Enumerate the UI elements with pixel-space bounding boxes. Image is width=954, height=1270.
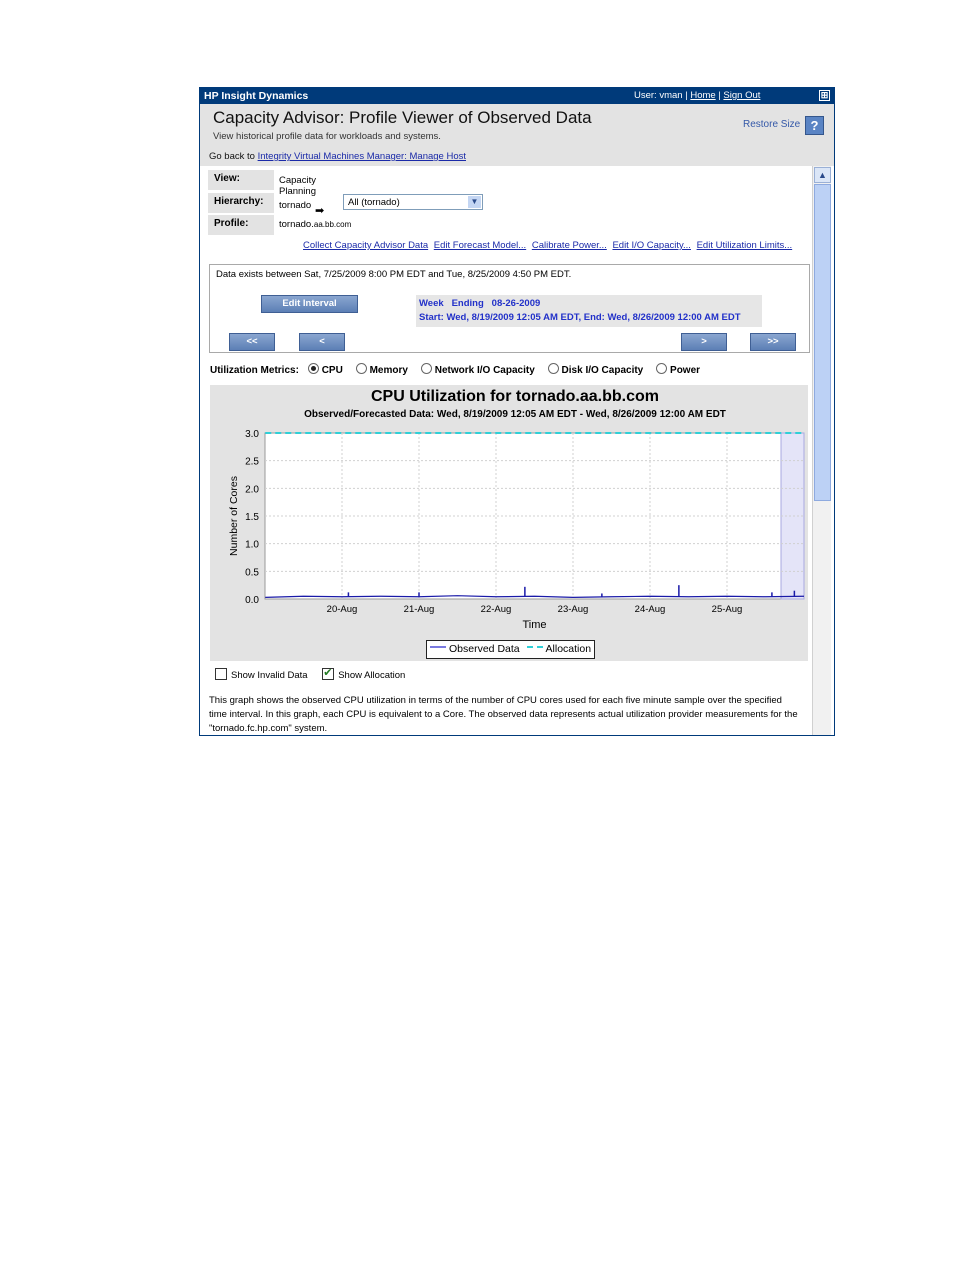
x-axis-label: Time (522, 619, 546, 631)
prev-page-button[interactable]: < (299, 333, 345, 351)
scroll-thumb[interactable] (814, 184, 831, 501)
edit-io-capacity-link[interactable]: Edit I/O Capacity... (612, 240, 691, 251)
profile-value: tornado.aa.bb.com (279, 219, 351, 230)
view-value: Capacity Planning (279, 175, 316, 197)
radio-cpu-label: CPU (321, 365, 343, 376)
user-bar: User: vman | Home | Sign Out (634, 90, 760, 101)
home-link[interactable]: Home (690, 90, 715, 101)
radio-disk[interactable]: Disk I/O Capacity (547, 363, 644, 376)
go-back-line: Go back to Integrity Virtual Machines Ma… (209, 151, 466, 162)
legend-allocation: Allocation (545, 643, 592, 655)
help-icon[interactable]: ? (805, 116, 824, 135)
maximize-icon[interactable]: ⊞ (819, 90, 830, 101)
next-page-button[interactable]: > (681, 333, 727, 351)
radio-power[interactable]: Power (656, 363, 701, 376)
radio-network-icon[interactable] (420, 363, 432, 374)
cpu-utilization-chart: CPU Utilization for tornado.aa.bb.com Ob… (210, 385, 808, 661)
forecast-region (780, 432, 805, 600)
x-tick-label: 25-Aug (712, 604, 743, 615)
x-tick-label: 20-Aug (327, 604, 358, 615)
show-allocation-box[interactable] (322, 666, 335, 680)
week-ending: Week Ending 08-26-2009 (419, 298, 541, 309)
y-tick-label: 2.5 (245, 457, 259, 468)
show-invalid-box[interactable] (215, 668, 227, 680)
x-tick-label: 24-Aug (635, 604, 666, 615)
legend-allocation-swatch (526, 646, 543, 648)
radio-power-label: Power (670, 365, 701, 376)
y-tick-label: 0.5 (245, 567, 259, 578)
user-label: User: vman (634, 90, 683, 101)
separator: | (685, 90, 688, 101)
x-tick-label: 21-Aug (404, 604, 435, 615)
y-tick-label: 0.0 (245, 595, 259, 606)
chart-description: This graph shows the observed CPU utiliz… (209, 695, 798, 734)
radio-memory-icon[interactable] (355, 363, 367, 374)
hierarchy-select-value: All (tornado) (348, 197, 400, 208)
capacity-advisor-window: HP Insight Dynamics User: vman | Home | … (199, 87, 835, 736)
utilization-metrics: Utilization Metrics: CPU Memory Network … (210, 363, 710, 376)
profile-host: tornado. (279, 219, 314, 230)
hierarchy-value: tornado (279, 200, 312, 211)
x-tick-label: 23-Aug (558, 604, 589, 615)
calibrate-power-link[interactable]: Calibrate Power... (532, 240, 607, 251)
radio-memory-label: Memory (369, 365, 408, 376)
go-back-link[interactable]: Integrity Virtual Machines Manager: Mana… (258, 151, 466, 162)
radio-cpu[interactable]: CPU (307, 363, 343, 376)
scroll-up-icon[interactable]: ▲ (814, 167, 831, 183)
radio-disk-icon[interactable] (547, 363, 559, 374)
vertical-scrollbar[interactable]: ▲ (812, 166, 831, 735)
show-allocation-label: Show Allocation (338, 670, 406, 681)
separator: | (718, 90, 721, 101)
signout-link[interactable]: Sign Out (723, 90, 760, 101)
right-arrow-icon: ➡ (315, 205, 325, 217)
week-info: Week Ending 08-26-2009 Start: Wed, 8/19/… (416, 295, 762, 327)
radio-memory[interactable]: Memory (355, 363, 408, 376)
radio-network[interactable]: Network I/O Capacity (420, 363, 535, 376)
first-page-button[interactable]: << (229, 333, 275, 351)
legend-observed-swatch (430, 646, 446, 648)
edit-forecast-link[interactable]: Edit Forecast Model... (434, 240, 526, 251)
radio-disk-label: Disk I/O Capacity (561, 365, 644, 376)
show-invalid-label: Show Invalid Data (231, 670, 308, 681)
go-back-prefix: Go back to (209, 151, 255, 162)
radio-power-icon[interactable] (656, 363, 668, 374)
chart-plot: 0.0 0.5 1.0 1.5 2.0 2.5 3.0 20-Aug 21-Aug 22-Aug 2… (228, 429, 805, 631)
page-subtitle: View historical profile data for workloa… (213, 131, 441, 142)
profile-domain: aa.bb.com (313, 220, 352, 229)
hierarchy-label: Hierarchy: (208, 193, 274, 213)
y-tick-label: 2.0 (245, 484, 259, 495)
legend-observed: Observed Data (449, 643, 520, 655)
y-tick-label: 1.5 (245, 512, 259, 523)
show-invalid-checkbox[interactable]: Show Invalid Data (215, 668, 308, 681)
profile-label: Profile: (208, 215, 274, 235)
y-tick-label: 1.0 (245, 540, 259, 551)
app-name: HP Insight Dynamics (204, 90, 309, 102)
y-axis-label: Number of Cores (228, 476, 240, 556)
chevron-down-icon[interactable]: ▼ (468, 196, 481, 208)
week-start-end: Start: Wed, 8/19/2009 12:05 AM EDT, End:… (419, 312, 741, 323)
metrics-label: Utilization Metrics: (210, 365, 299, 376)
edit-utilization-limits-link[interactable]: Edit Utilization Limits... (697, 240, 793, 251)
show-allocation-checkbox[interactable]: Show Allocation (322, 666, 406, 681)
action-links: Collect Capacity Advisor Data Edit Forec… (303, 240, 795, 251)
x-tick-label: 22-Aug (481, 604, 512, 615)
restore-size-link[interactable]: Restore Size (743, 119, 800, 130)
hierarchy-select[interactable]: All (tornado) ▼ (343, 194, 483, 210)
radio-network-label: Network I/O Capacity (434, 365, 535, 376)
interval-panel: Data exists between Sat, 7/25/2009 8:00 … (209, 264, 810, 353)
data-exists-text: Data exists between Sat, 7/25/2009 8:00 … (216, 269, 572, 280)
radio-cpu-icon[interactable] (307, 363, 319, 374)
main-content: View: Capacity Planning Hierarchy: torna… (200, 166, 812, 735)
y-tick-label: 3.0 (245, 429, 259, 440)
page-title: Capacity Advisor: Profile Viewer of Obse… (213, 108, 592, 127)
edit-interval-button[interactable]: Edit Interval (261, 295, 358, 313)
collect-data-link[interactable]: Collect Capacity Advisor Data (303, 240, 428, 251)
last-page-button[interactable]: >> (750, 333, 796, 351)
view-label: View: (208, 170, 274, 190)
app-topbar: HP Insight Dynamics User: vman | Home | … (200, 88, 834, 104)
chart-legend: Observed Data Allocation (426, 640, 596, 659)
page-header: Capacity Advisor: Profile Viewer of Obse… (200, 104, 834, 166)
chart-options: Show Invalid Data Show Allocation (215, 666, 406, 681)
